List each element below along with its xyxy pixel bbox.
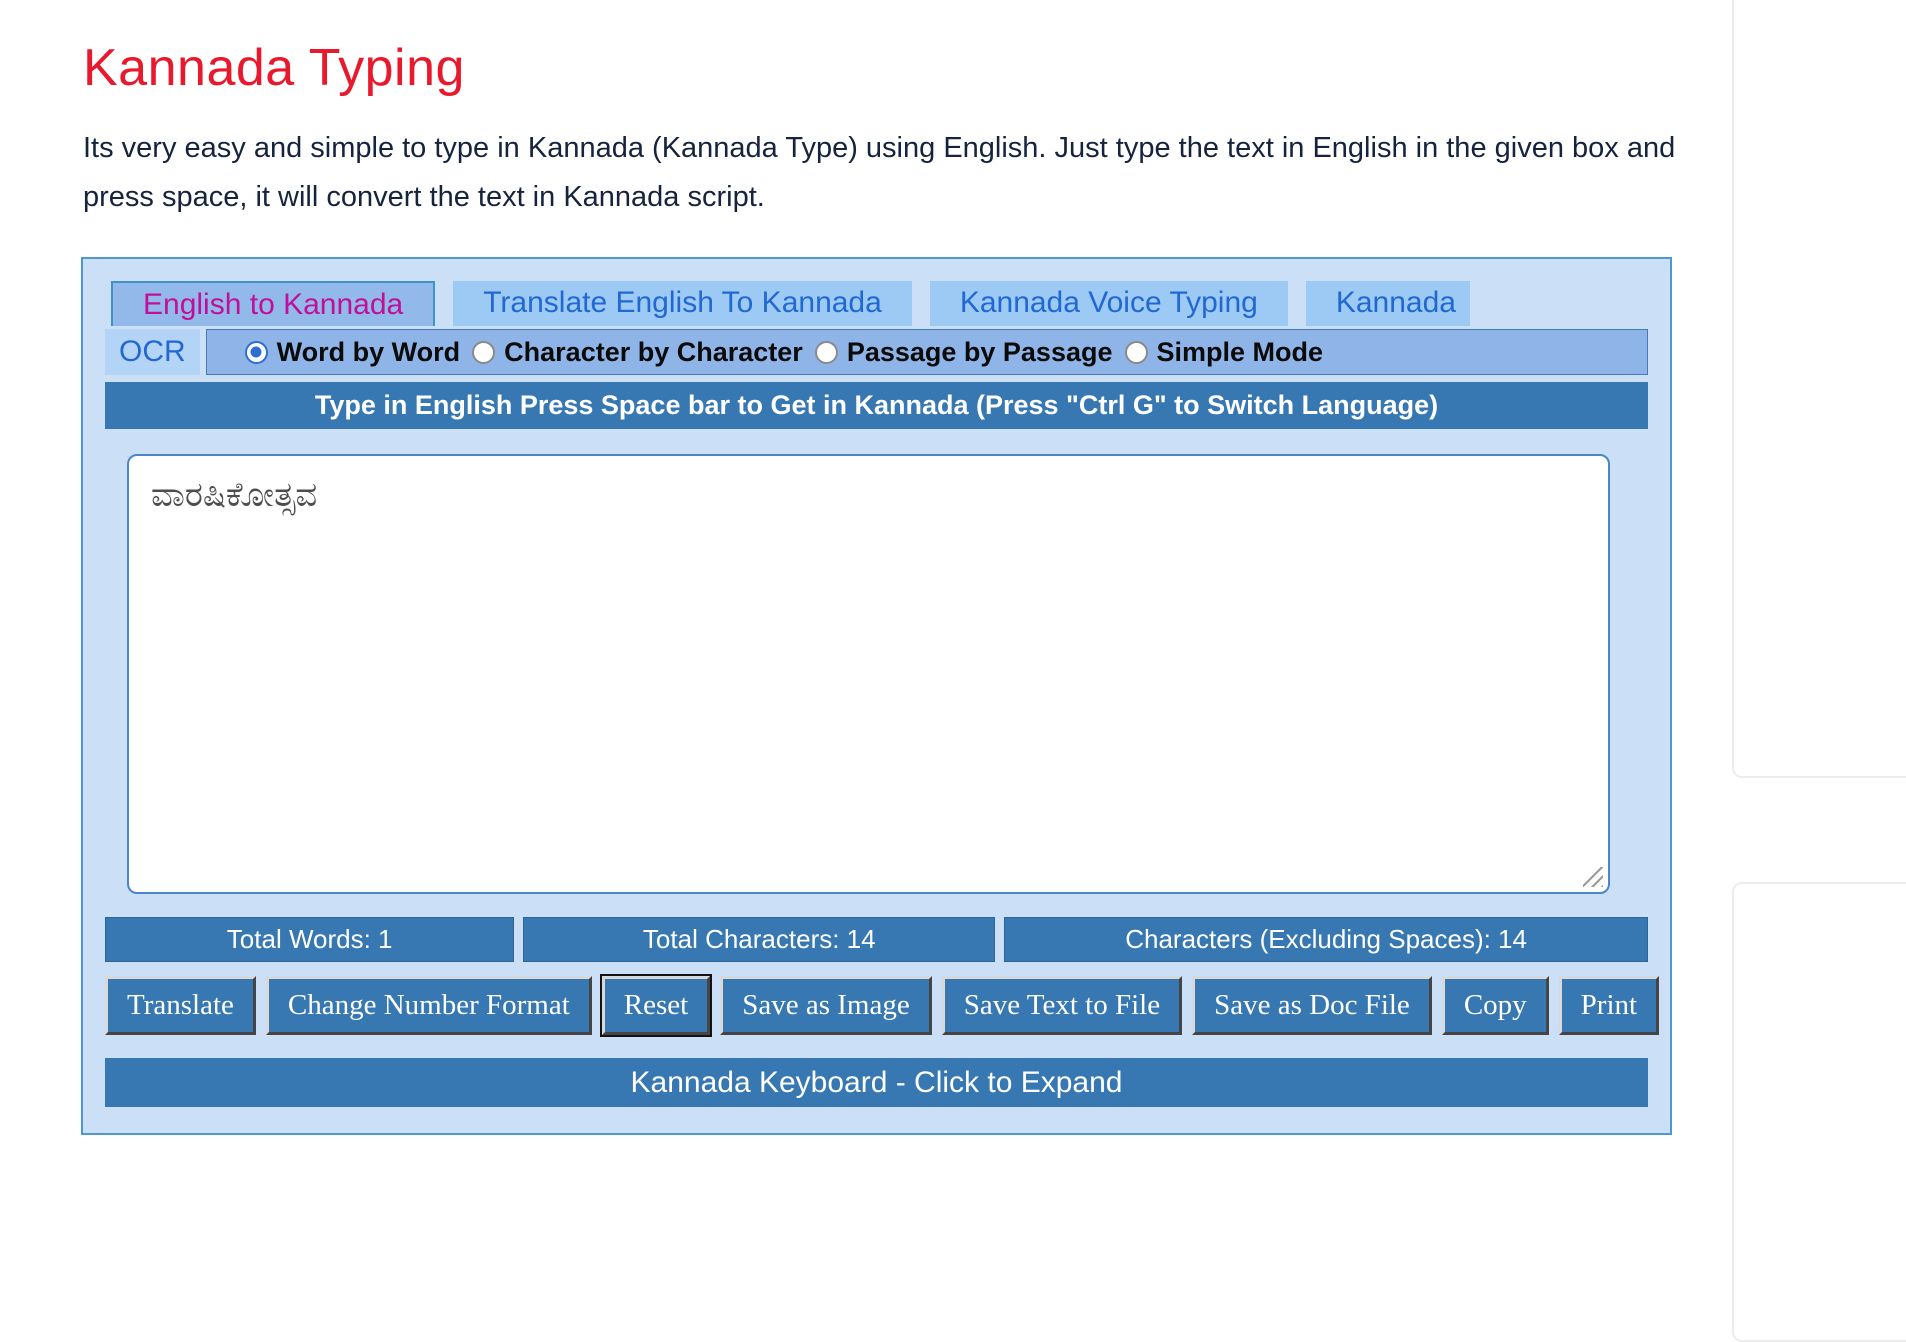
main-content: Kannada Typing Its very easy and simple … — [0, 0, 1732, 1136]
typing-tool-panel: English to Kannada Translate English To … — [81, 257, 1672, 1136]
right-sidebar-card-top — [1732, 0, 1906, 778]
action-buttons-row: Translate Change Number Format Reset Sav… — [105, 974, 1660, 1038]
page-title: Kannada Typing — [83, 39, 465, 97]
radio-checked-icon[interactable] — [244, 340, 268, 364]
mode-passage-by-passage[interactable]: Passage by Passage — [814, 336, 1113, 368]
right-sidebar-card-bottom — [1732, 882, 1906, 1342]
tab-kannada-ocr-part1[interactable]: Kannada — [1305, 281, 1470, 327]
mode-label: Word by Word — [276, 336, 461, 367]
radio-unchecked-icon[interactable] — [1124, 340, 1148, 364]
print-button[interactable]: Print — [1558, 976, 1660, 1036]
mode-label: Simple Mode — [1156, 336, 1324, 367]
tab-english-to-kannada[interactable]: English to Kannada — [111, 281, 436, 327]
save-text-to-file-button[interactable]: Save Text to File — [941, 976, 1183, 1036]
page-description: Its very easy and simple to type in Kann… — [83, 132, 1676, 213]
mode-word-by-word[interactable]: Word by Word — [244, 336, 461, 368]
instruction-bar: Type in English Press Space bar to Get i… — [105, 382, 1648, 430]
tab-bar-wrapped-line: OCR Word by Word Character by Character … — [105, 329, 1648, 376]
stat-characters-excluding-spaces: Characters (Excluding Spaces): 14 — [1004, 917, 1648, 963]
kannada-keyboard-expander[interactable]: Kannada Keyboard - Click to Expand — [105, 1058, 1648, 1108]
stats-row: Total Words: 1 Total Characters: 14 Char… — [105, 917, 1648, 963]
typed-kannada-text: ವಾರಷಿಕೋತ್ಸವ — [151, 476, 318, 515]
textarea-resize-grip-icon[interactable] — [1583, 867, 1603, 888]
stat-total-words: Total Words: 1 — [105, 917, 515, 963]
mode-label: Character by Character — [504, 336, 803, 367]
save-as-doc-file-button[interactable]: Save as Doc File — [1192, 976, 1432, 1036]
translate-button[interactable]: Translate — [105, 976, 256, 1036]
reset-button[interactable]: Reset — [599, 974, 713, 1038]
stat-total-characters: Total Characters: 14 — [523, 917, 996, 963]
radio-unchecked-icon[interactable] — [814, 340, 838, 364]
radio-unchecked-icon[interactable] — [472, 340, 496, 364]
conversion-mode-bar: Word by Word Character by Character Pass… — [205, 329, 1648, 376]
mode-label: Passage by Passage — [846, 336, 1113, 367]
copy-button[interactable]: Copy — [1441, 976, 1549, 1036]
mode-simple-mode[interactable]: Simple Mode — [1124, 336, 1324, 368]
change-number-format-button[interactable]: Change Number Format — [265, 976, 592, 1036]
tab-kannada-voice-typing[interactable]: Kannada Voice Typing — [929, 281, 1288, 327]
mode-character-by-character[interactable]: Character by Character — [472, 337, 803, 368]
tab-bar: English to Kannada Translate English To … — [111, 281, 1648, 327]
save-as-image-button[interactable]: Save as Image — [720, 976, 932, 1036]
tab-translate-english-to-kannada[interactable]: Translate English To Kannada — [453, 281, 912, 327]
typing-textarea[interactable]: ವಾರಷಿಕೋತ್ಸವ — [127, 454, 1610, 895]
tab-kannada-ocr-part2[interactable]: OCR — [105, 329, 200, 376]
